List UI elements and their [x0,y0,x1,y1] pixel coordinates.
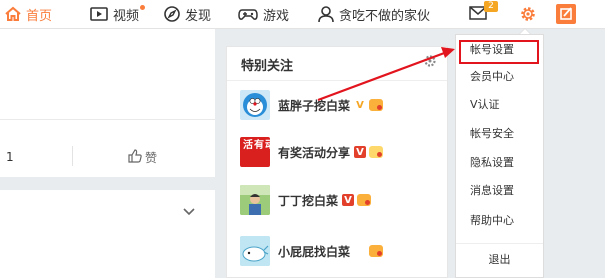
nav-games[interactable]: 游戏 [238,0,289,28]
user-icon [318,5,334,23]
nav-discover[interactable]: 发现 [164,0,211,28]
nav-discover-label: 发现 [185,8,212,24]
compose-icon [560,7,572,20]
compose-button[interactable] [556,4,576,24]
member-level-icon [369,245,384,257]
menu-item-privacy[interactable]: 隐私设置 [456,150,543,176]
message-count-badge: 2 [484,1,498,12]
avatar-text: 活有动奖 [243,140,270,151]
special-follow-divider [227,80,447,81]
follow-user-name[interactable]: 小屁屁找白菜 [278,243,350,260]
nav-games-label: 游戏 [263,8,290,24]
gamepad-icon [238,6,258,22]
nav-username: 贪吃不做的家伙 [339,8,431,24]
feed-card-2 [0,190,215,278]
special-follow-panel: 特别关注 蓝胖子挖白菜 V 活有动奖 有奖活动分享 V 丁丁挖白菜 V 小屁屁找… [226,46,448,278]
menu-item-verification[interactable]: V认证 [456,92,543,118]
verified-badge: V [342,194,355,206]
follow-user-row[interactable]: 活有动奖 有奖活动分享 V [240,136,384,168]
feed-card [0,29,215,177]
thumbs-up-icon [128,149,142,166]
follow-user-name[interactable]: 蓝胖子挖白菜 [278,97,350,114]
like-label: 赞 [145,151,158,165]
nav-user-profile[interactable]: 贪吃不做的家伙 [318,0,430,28]
menu-item-membership[interactable]: 会员中心 [456,64,543,90]
compass-icon [164,6,180,22]
avatar[interactable]: 活有动奖 [240,137,270,167]
feed-action-divider [72,146,73,166]
feed-count-text: 1 [6,150,14,164]
chevron-down-icon[interactable] [183,205,195,219]
video-icon [90,7,108,21]
video-new-dot [140,5,145,10]
verified-badge: V [354,146,367,158]
menu-item-logout[interactable]: 退出 [456,247,543,273]
feed-card-divider [0,119,215,120]
nav-home[interactable]: 首页 [5,0,52,28]
follow-user-name[interactable]: 丁丁挖白菜 [278,192,338,209]
menu-item-help-center[interactable]: 帮助中心 [456,208,543,234]
avatar[interactable] [240,90,270,120]
home-icon [5,6,21,22]
follow-user-row[interactable]: 丁丁挖白菜 V [240,184,372,216]
member-level-icon [369,99,384,111]
panel-settings-icon[interactable] [423,54,437,71]
menu-item-account-security[interactable]: 帐号安全 [456,121,543,147]
settings-gear-icon[interactable] [519,5,537,26]
like-button[interactable]: 赞 [128,149,157,166]
follow-user-name[interactable]: 有奖活动分享 [278,144,350,161]
settings-dropdown-menu: 帐号设置 会员中心 V认证 帐号安全 隐私设置 消息设置 帮助中心 退出 [455,34,544,278]
verified-badge: V [356,99,364,111]
nav-video-label: 视频 [113,8,140,24]
highlight-box [459,40,539,64]
member-level-icon [369,146,384,158]
menu-item-notifications[interactable]: 消息设置 [456,178,543,204]
verified-badge [354,245,366,257]
special-follow-title: 特别关注 [241,59,294,74]
menu-divider [456,243,543,244]
nav-home-label: 首页 [26,8,53,24]
follow-user-row[interactable]: 蓝胖子挖白菜 V [240,89,384,121]
nav-video[interactable]: 视频 [90,0,139,28]
follow-user-row[interactable]: 小屁屁找白菜 [240,235,384,267]
avatar[interactable] [240,185,270,215]
avatar[interactable] [240,236,270,266]
member-level-icon [357,194,372,206]
top-navigation-bar: 首页 视频 发现 游戏 贪吃不做的家伙 2 [0,0,605,29]
